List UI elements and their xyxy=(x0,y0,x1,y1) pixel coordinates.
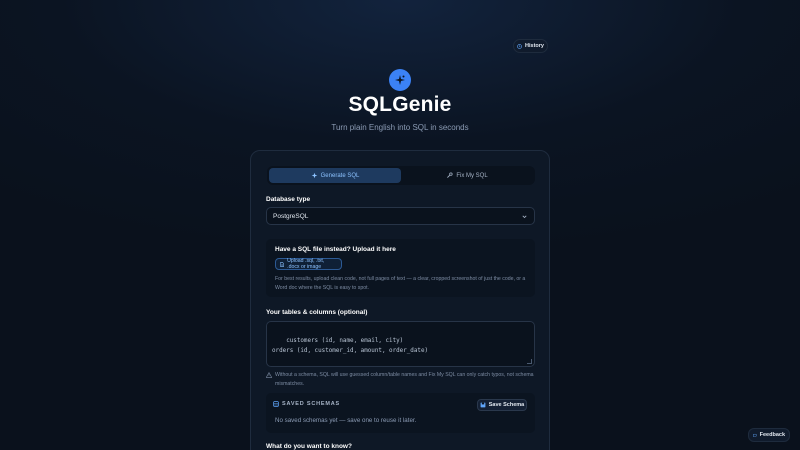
saved-schemas-section: SAVED SCHEMAS Save Schema No saved schem… xyxy=(266,393,535,433)
save-schema-button[interactable]: Save Schema xyxy=(477,399,527,411)
sparkle-icon xyxy=(311,172,317,179)
schema-label: Your tables & columns (optional) xyxy=(266,309,368,316)
tab-generate-sql[interactable]: Generate SQL xyxy=(269,168,401,183)
main-card: Generate SQL Fix My SQL Database type Po… xyxy=(250,150,550,450)
chevron-down-icon xyxy=(522,215,527,218)
tab-fix-my-sql[interactable]: Fix My SQL xyxy=(401,168,533,183)
feedback-label: Feedback xyxy=(759,432,785,438)
saved-schemas-title-text: SAVED SCHEMAS xyxy=(282,401,340,407)
saved-schemas-title: SAVED SCHEMAS xyxy=(273,401,340,407)
feedback-button[interactable]: Feedback xyxy=(748,428,790,442)
upload-section: Have a SQL file instead? Upload it here … xyxy=(266,239,535,297)
app-subtitle: Turn plain English into SQL in seconds xyxy=(331,123,469,132)
history-label: History xyxy=(525,43,544,49)
wrench-icon xyxy=(447,172,453,178)
app-title: SQLGenie xyxy=(348,93,452,116)
question-label: What do you want to know? xyxy=(266,443,352,450)
upload-button-label: Upload .sql, .txt, .docx or image xyxy=(287,258,325,270)
resize-handle[interactable] xyxy=(527,359,532,364)
chat-bubble-icon xyxy=(753,433,757,437)
database-type-value: PostgreSQL xyxy=(273,212,309,220)
schema-note: Without a schema, SQL will use guessed c… xyxy=(266,371,536,389)
tab-label: Fix My SQL xyxy=(456,172,488,179)
sparkle-icon xyxy=(395,75,405,85)
database-type-select[interactable]: PostgreSQL xyxy=(266,207,535,225)
database-type-label: Database type xyxy=(266,196,311,203)
mode-tabs: Generate SQL Fix My SQL xyxy=(267,166,535,185)
upload-title: Have a SQL file instead? Upload it here xyxy=(275,246,396,253)
upload-file-button[interactable]: Upload .sql, .txt, .docx or image xyxy=(275,258,342,270)
upload-help-text: For best results, upload clean code, not… xyxy=(275,276,526,291)
schema-text: customers (id, name, email, city) orders… xyxy=(272,338,429,354)
schema-textarea[interactable]: customers (id, name, email, city) orders… xyxy=(266,321,535,367)
tab-label: Generate SQL xyxy=(320,172,360,179)
schema-note-text: Without a schema, SQL will use guessed c… xyxy=(275,372,534,387)
warning-icon xyxy=(266,372,272,378)
save-icon xyxy=(480,402,486,408)
saved-schemas-empty-text: No saved schemas yet — save one to reuse… xyxy=(275,417,417,424)
clock-icon xyxy=(517,43,522,49)
database-icon xyxy=(273,401,279,407)
file-icon xyxy=(280,261,284,267)
app-logo xyxy=(389,69,411,91)
history-button[interactable]: History xyxy=(513,39,548,53)
save-schema-label: Save Schema xyxy=(488,402,525,408)
